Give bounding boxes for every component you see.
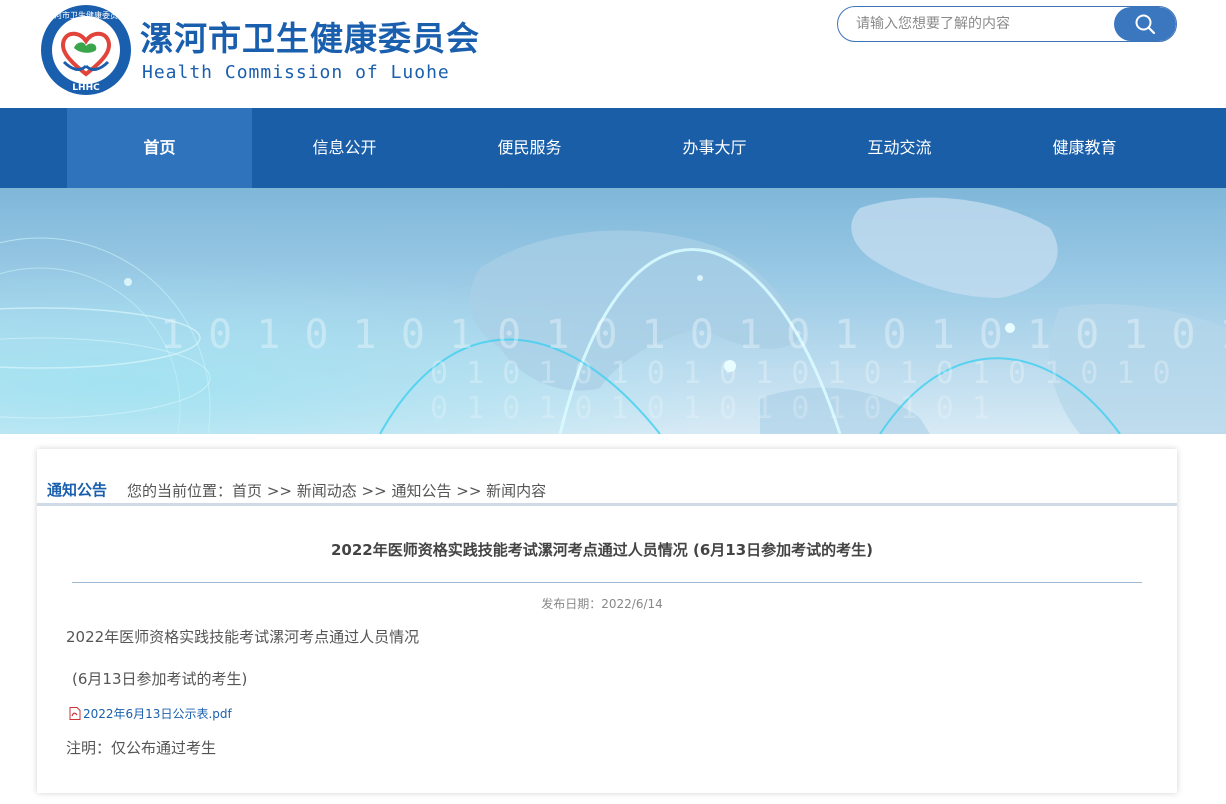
attachment-filename: 2022年6月13日公示表.pdf xyxy=(83,707,232,721)
nav-item-interaction[interactable]: 互动交流 xyxy=(807,108,992,188)
nav-item-home[interactable]: 首页 xyxy=(67,108,252,188)
search-button[interactable] xyxy=(1114,7,1176,41)
site-name-en: Health Commission of Luohe xyxy=(142,62,450,83)
nav-item-info-disclosure[interactable]: 信息公开 xyxy=(252,108,437,188)
pdf-icon xyxy=(69,707,81,720)
nav-item-health-education[interactable]: 健康教育 xyxy=(992,108,1177,188)
search-input[interactable] xyxy=(838,7,1116,41)
main-nav: 首页 信息公开 便民服务 办事大厅 互动交流 健康教育 xyxy=(0,108,1226,188)
breadcrumb-link-notices[interactable]: 通知公告 xyxy=(391,482,451,500)
breadcrumb-link-home[interactable]: 首页 xyxy=(232,482,262,500)
nav-item-public-service[interactable]: 便民服务 xyxy=(437,108,622,188)
breadcrumb-separator: >> xyxy=(361,482,387,500)
svg-text:0 1 0 1 0 1 0 1 0 1 0 1 0 1 0: 0 1 0 1 0 1 0 1 0 1 0 1 0 1 0 1 0 1 0 1 … xyxy=(430,356,1171,391)
publish-date: 发布日期：2022/6/14 xyxy=(37,595,1167,612)
search-box xyxy=(837,6,1177,42)
svg-text:1 0 1 0 1 0 1 0 1 0 1 0 1 0 1: 1 0 1 0 1 0 1 0 1 0 1 0 1 0 1 0 1 0 1 0 … xyxy=(160,312,1226,358)
breadcrumb-current: 新闻内容 xyxy=(486,482,547,500)
attachment-link[interactable]: 2022年6月13日公示表.pdf xyxy=(69,705,232,722)
publish-date-value: 2022/6/14 xyxy=(601,597,663,611)
breadcrumb-separator: >> xyxy=(456,482,482,500)
site-name: 漯河市卫生健康委员会 xyxy=(140,19,480,58)
breadcrumb-path: 您的当前位置：首页 >> 新闻动态 >> 通知公告 >> 新闻内容 xyxy=(127,480,546,501)
title-divider xyxy=(72,582,1142,583)
site-header: 漯河市卫生健康委员会 LHHC 漯河市卫生健康委员会 Health Commis… xyxy=(0,0,1226,108)
article-paragraph: (6月13日参加考试的考生) xyxy=(72,670,248,688)
site-logo[interactable]: 漯河市卫生健康委员会 LHHC xyxy=(40,4,132,96)
banner-image: 1 0 1 0 1 0 1 0 1 0 1 0 1 0 1 0 1 0 1 0 … xyxy=(0,188,1226,434)
logo-text-top: 漯河市卫生健康委员会 xyxy=(46,10,126,20)
search-icon xyxy=(1135,14,1156,35)
breadcrumb-link-news[interactable]: 新闻动态 xyxy=(297,482,357,500)
article-title: 2022年医师资格实践技能考试漯河考点通过人员情况 (6月13日参加考试的考生) xyxy=(331,541,873,559)
article-paragraph: 2022年医师资格实践技能考试漯河考点通过人员情况 xyxy=(66,628,420,646)
breadcrumb-separator: >> xyxy=(266,482,292,500)
logo-text-bottom: LHHC xyxy=(72,83,100,93)
article-note: 注明：仅公布通过考生 xyxy=(66,739,217,757)
section-title: 通知公告 xyxy=(47,481,108,499)
publish-date-label: 发布日期： xyxy=(541,597,602,611)
nav-item-service-hall[interactable]: 办事大厅 xyxy=(622,108,807,188)
breadcrumb-prefix: 您的当前位置： xyxy=(127,482,233,500)
content-card: 通知公告 您的当前位置：首页 >> 新闻动态 >> 通知公告 >> 新闻内容 2… xyxy=(37,449,1177,793)
svg-text:0 1 0 1 0 1 0 1 0 1 0 1 0 1 0: 0 1 0 1 0 1 0 1 0 1 0 1 0 1 0 1 xyxy=(430,391,990,426)
breadcrumb: 通知公告 您的当前位置：首页 >> 新闻动态 >> 通知公告 >> 新闻内容 xyxy=(37,449,1177,506)
